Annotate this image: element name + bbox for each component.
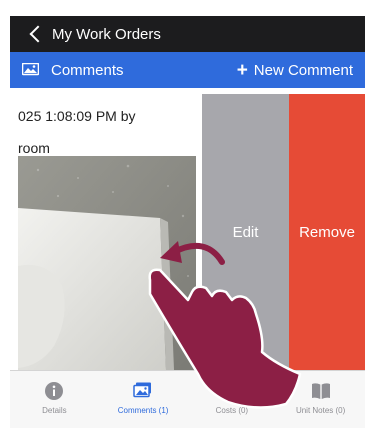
tab-label: Details [42, 406, 67, 415]
remove-button[interactable]: Remove [289, 94, 365, 370]
photo-illustration [18, 156, 196, 370]
cost-document-icon: $ [225, 382, 238, 400]
plus-icon: + [236, 59, 248, 81]
back-to-work-orders[interactable]: My Work Orders [52, 26, 161, 43]
comments-title-group: Comments [22, 62, 124, 79]
tab-details[interactable]: Details [10, 371, 99, 428]
tab-label: Costs (0) [215, 406, 249, 415]
new-comment-label: New Comment [253, 61, 353, 79]
tab-comments[interactable]: Comments (1) [99, 371, 188, 428]
comment-list: 025 1:08:09 PM by room Edit Remove [10, 88, 365, 370]
info-icon [45, 382, 64, 400]
tab-label: Comments (1) [117, 406, 169, 415]
edit-button[interactable]: Edit [202, 94, 289, 370]
book-icon [311, 383, 330, 399]
svg-text:$: $ [229, 389, 234, 398]
remove-label: Remove [299, 223, 355, 241]
screen: My Work Orders Comments + New Comment 02… [0, 0, 377, 428]
tab-costs[interactable]: $ Costs (0) [188, 371, 277, 428]
comment-body: room [18, 140, 50, 156]
tab-unit-notes[interactable]: Unit Notes (0) [276, 371, 365, 428]
comment-meta: 025 1:08:09 PM by [18, 108, 136, 124]
comment-image-icon [22, 63, 39, 76]
navigation-bar: My Work Orders [10, 16, 365, 52]
tab-label: Unit Notes (0) [295, 406, 346, 415]
comments-icon [133, 382, 152, 398]
comments-title: Comments [51, 61, 124, 79]
swipe-actions: Edit Remove [202, 94, 365, 370]
back-chevron-icon[interactable] [29, 25, 47, 43]
comment-photo[interactable] [18, 156, 196, 370]
tab-bar: Details Comments (1) $ Costs (0) Unit No… [10, 370, 365, 428]
comments-header: Comments + New Comment [10, 52, 365, 88]
edit-label: Edit [232, 223, 259, 241]
new-comment-button[interactable]: + New Comment [237, 61, 353, 80]
